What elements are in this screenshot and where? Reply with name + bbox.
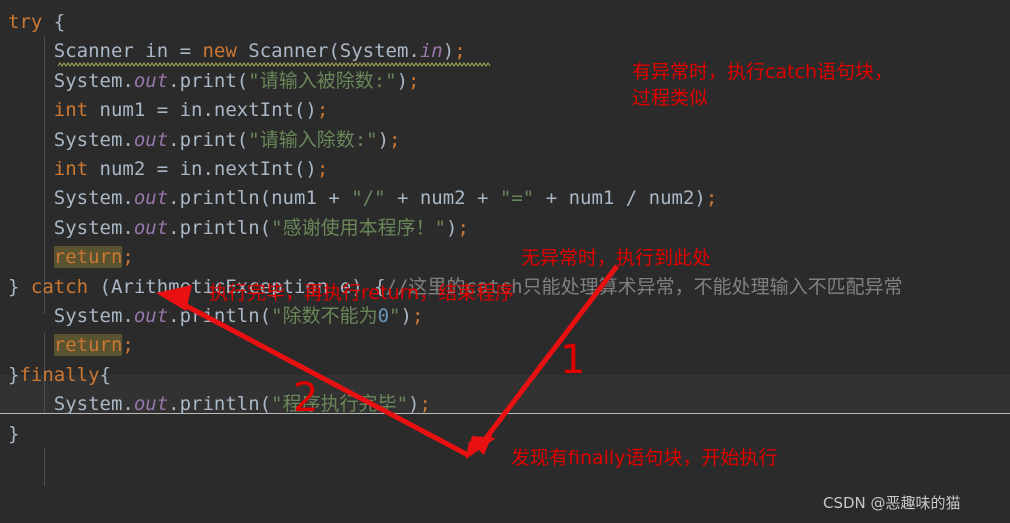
line-scanner-token-2: in = [133, 40, 203, 63]
line-print-dividend-token-5: ; [408, 69, 420, 92]
line-println-done-token-4: ) [408, 393, 420, 416]
watermark-text: CSDN @恶趣味的猫 [823, 494, 961, 512]
line-try-token-1 [42, 11, 53, 33]
line-print-dividend-token-0: System. [8, 69, 134, 92]
line-print-divisor-token-4: ) [377, 128, 390, 151]
line-finally-token-1: finally [19, 363, 100, 386]
line-try-token-2: { [53, 11, 66, 33]
line-println-divzero-token-1: out [133, 305, 169, 327]
line-num2-token-2: num2 = in.nextInt() [88, 158, 317, 180]
line-num2[interactable]: int num2 = in.nextInt(); [8, 155, 329, 184]
line-scanner-token-3: new [202, 40, 237, 63]
line-try-token-0: try [8, 11, 43, 33]
annotation-catch-block: 有异常时，执行catch语句块， 过程类似 [632, 61, 894, 109]
line-println-done-token-1: out [133, 393, 169, 416]
line-println-thanks-token-5: ; [457, 216, 469, 239]
line-print-dividend-token-4: ) [396, 69, 409, 92]
line-println-divzero-token-3: "除数不能为 [271, 305, 378, 327]
line-print-dividend[interactable]: System.out.print("请输入被除数:"); [8, 67, 420, 96]
line-println-result-token-3: "/" [351, 187, 386, 210]
line-num1-token-1: int [53, 99, 89, 122]
line-print-dividend-token-2: .print( [168, 69, 249, 92]
line-print-divisor[interactable]: System.out.print("请输入除数:"); [8, 126, 401, 155]
line-finally[interactable]: }finally{ [8, 361, 111, 390]
line-print-dividend-token-1: out [133, 69, 169, 92]
line-scanner-token-7: ; [454, 40, 466, 63]
line-num2-token-1: int [53, 158, 89, 180]
line-println-result-token-7: ; [705, 187, 718, 210]
line-println-result-token-2: .println(num1 + [168, 187, 352, 210]
line-println-divzero-token-5: " [389, 305, 401, 327]
line-finally-token-2: { [99, 363, 111, 386]
annotation-step-1: 1 [560, 337, 586, 383]
line-try[interactable]: try { [8, 8, 65, 37]
line-println-result-token-0: System. [8, 187, 134, 210]
indent-guide-finally [44, 448, 45, 486]
line-catch-token-1: catch [30, 275, 89, 298]
line-println-done-token-5: ; [419, 393, 431, 416]
line-println-thanks-token-0: System. [8, 216, 134, 239]
line-println-divzero-token-2: .println( [168, 305, 272, 327]
line-close-brace[interactable]: } [8, 420, 19, 449]
code-editor-screenshot: try { Scanner in = new Scanner(System.in… [0, 0, 1010, 523]
line-num1-token-0 [8, 99, 54, 121]
line-println-divzero-token-7: ; [411, 305, 424, 327]
line-println-done-token-2: .println( [168, 393, 272, 416]
line-println-divzero-token-0: System. [8, 305, 134, 327]
line-print-divisor-token-2: .print( [168, 128, 249, 151]
line-println-result-token-6: + num1 / num2) [534, 187, 706, 210]
line-println-divzero-token-4: 0 [377, 305, 390, 327]
line-println-thanks[interactable]: System.out.println("感谢使用本程序！"); [8, 214, 469, 243]
annotation-no-exception: 无异常时，执行到此处 [521, 247, 712, 269]
line-return-catch-token-2: ; [122, 334, 134, 357]
line-scanner-token-4: Scanner(System. [236, 40, 420, 63]
line-println-divzero[interactable]: System.out.println("除数不能为0"); [8, 302, 424, 331]
line-println-divzero-token-6: ) [400, 305, 412, 327]
line-println-done-token-0: System. [8, 393, 134, 416]
line-return-catch-token-0 [8, 334, 54, 356]
line-num2-token-3: ; [316, 158, 329, 180]
line-finally-token-0: } [8, 363, 20, 386]
line-print-divisor-token-0: System. [8, 128, 134, 151]
line-return-try-token-2: ; [122, 246, 134, 269]
line-scanner-token-1: Scanner [53, 40, 134, 63]
line-println-done[interactable]: System.out.println("程序执行完毕"); [8, 390, 431, 419]
line-println-thanks-token-3: "感谢使用本程序！" [271, 216, 447, 239]
line-catch-token-0: } [8, 275, 31, 298]
line-println-result-token-5: "=" [499, 187, 535, 210]
line-println-thanks-token-2: .println( [168, 216, 272, 239]
line-return-try-token-1: return [53, 246, 123, 269]
line-num1[interactable]: int num1 = in.nextInt(); [8, 96, 329, 125]
line-scanner-token-6: ) [442, 40, 455, 63]
line-print-divisor-token-1: out [133, 128, 169, 151]
line-print-divisor-token-3: "请输入除数:" [248, 128, 378, 151]
line-println-result[interactable]: System.out.println(num1 + "/" + num2 + "… [8, 184, 718, 213]
line-println-result-token-4: + num2 + [385, 187, 500, 210]
line-scanner-token-0 [8, 40, 54, 62]
line-close-brace-token-0: } [8, 422, 20, 445]
line-println-thanks-token-4: ) [446, 216, 458, 239]
line-return-try-token-0 [8, 246, 54, 268]
annotation-finally-block: 发现有finally语句块，开始执行 [511, 447, 778, 469]
line-num1-token-3: ; [316, 99, 329, 122]
line-println-done-token-3: "程序执行完毕" [271, 393, 409, 416]
line-return-catch[interactable]: return; [8, 331, 134, 360]
warning-squiggle-icon [58, 62, 490, 67]
line-return-catch-token-1: return [53, 334, 123, 357]
annotation-return-end: 执行完毕，再执行return，结束程序 [209, 282, 515, 304]
line-print-divisor-token-5: ; [389, 128, 401, 151]
line-return-try[interactable]: return; [8, 243, 134, 272]
line-num1-token-2: num1 = in.nextInt() [88, 99, 317, 122]
line-println-result-token-1: out [133, 187, 169, 210]
line-println-thanks-token-1: out [133, 216, 169, 239]
line-scanner-token-5: in [419, 40, 443, 63]
annotation-step-2: 2 [293, 375, 319, 421]
line-num2-token-0 [8, 158, 54, 180]
line-print-dividend-token-3: "请输入被除数:" [248, 69, 397, 92]
